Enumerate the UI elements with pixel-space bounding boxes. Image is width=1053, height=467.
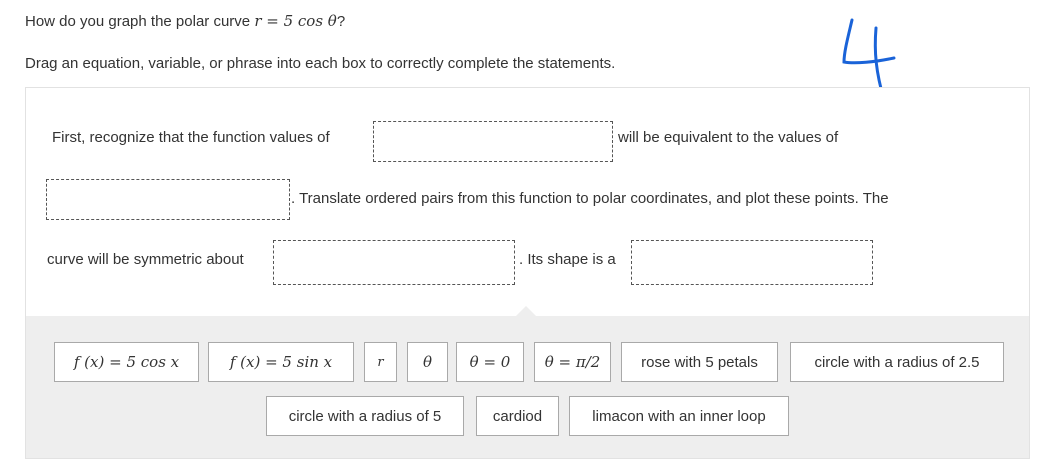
tile-circle-radius-2-5[interactable]: circle with a radius of 2.5 bbox=[790, 342, 1004, 382]
tile-theta-label: θ bbox=[422, 353, 433, 371]
tile-f-sin-label: f (x) = 5 sin x bbox=[229, 353, 333, 371]
tile-f-cos[interactable]: f (x) = 5 cos x bbox=[54, 342, 199, 382]
tile-f-cos-label: f (x) = 5 cos x bbox=[73, 353, 180, 371]
answer-bank: f (x) = 5 cos x f (x) = 5 sin x r θ θ = … bbox=[26, 306, 1029, 458]
drop-box-2[interactable] bbox=[46, 179, 290, 220]
tile-theta-zero-label: θ = 0 bbox=[469, 353, 511, 371]
statement-part-3: . Translate ordered pairs from this func… bbox=[291, 190, 889, 207]
question-equation: r = 5 cos θ bbox=[254, 12, 337, 30]
drop-box-3[interactable] bbox=[273, 240, 515, 285]
tile-r[interactable]: r bbox=[364, 342, 397, 382]
statement-part-1: First, recognize that the function value… bbox=[52, 129, 330, 146]
tile-circle-radius-5[interactable]: circle with a radius of 5 bbox=[266, 396, 464, 436]
drop-box-1[interactable] bbox=[373, 121, 613, 162]
tile-theta-pi2-label: θ = π/2 bbox=[544, 353, 601, 371]
question-prefix: How do you graph the polar curve bbox=[25, 13, 255, 30]
statement-part-5: . Its shape is a bbox=[519, 251, 616, 268]
tile-theta-zero[interactable]: θ = 0 bbox=[456, 342, 524, 382]
tile-theta-pi-over-2[interactable]: θ = π/2 bbox=[534, 342, 611, 382]
tile-theta[interactable]: θ bbox=[407, 342, 448, 382]
statement-part-4: curve will be symmetric about bbox=[47, 251, 244, 268]
tile-circle-5-label: circle with a radius of 5 bbox=[288, 407, 442, 425]
tile-cardiod-label: cardiod bbox=[492, 407, 543, 425]
tile-rose-label: rose with 5 petals bbox=[641, 353, 758, 371]
drop-box-4[interactable] bbox=[631, 240, 873, 285]
tile-circle-25-label: circle with a radius of 2.5 bbox=[814, 353, 980, 371]
tile-limacon-label: limacon with an inner loop bbox=[592, 407, 766, 425]
drag-drop-panel: First, recognize that the function value… bbox=[25, 87, 1030, 459]
tile-rose-5-petals[interactable]: rose with 5 petals bbox=[621, 342, 778, 382]
bank-pointer-notch bbox=[516, 306, 536, 316]
instruction-text: Drag an equation, variable, or phrase in… bbox=[25, 55, 616, 72]
tile-cardiod[interactable]: cardiod bbox=[476, 396, 559, 436]
tile-limacon-inner-loop[interactable]: limacon with an inner loop bbox=[569, 396, 789, 436]
tile-r-label: r bbox=[377, 354, 384, 370]
tile-f-sin[interactable]: f (x) = 5 sin x bbox=[208, 342, 354, 382]
question-text: How do you graph the polar curve r = 5 c… bbox=[25, 12, 345, 30]
statement-part-2: will be equivalent to the values of bbox=[618, 129, 839, 146]
question-suffix: ? bbox=[336, 13, 346, 30]
